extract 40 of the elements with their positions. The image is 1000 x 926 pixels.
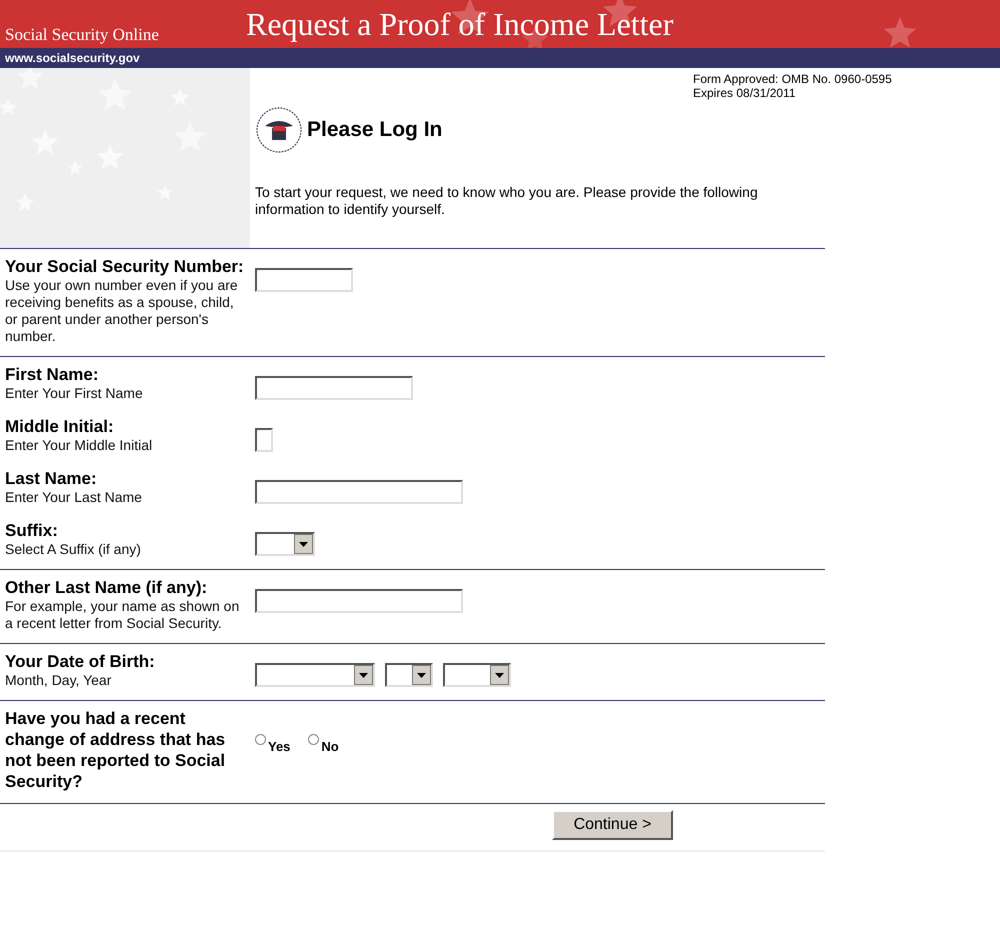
- field-label: Suffix:: [5, 520, 59, 541]
- input-field[interactable]: [255, 428, 273, 452]
- form-approval-notice: Form Approved: OMB No. 0960-0595 Expires 08/31/2011: [693, 72, 893, 100]
- field-hint: Enter Your Middle Initial: [5, 437, 154, 454]
- field-hint: Enter Your First Name: [5, 385, 144, 402]
- site-url: www.socialsecurity.gov: [4, 50, 140, 67]
- caret-icon: [299, 542, 308, 546]
- input-field[interactable]: [255, 376, 413, 400]
- dropdown[interactable]: [255, 663, 375, 687]
- field-hint: For example, your name as shown on a recent letter from Social Security.: [5, 598, 240, 632]
- radio-label: Yes: [268, 738, 290, 756]
- dropdown[interactable]: [443, 663, 511, 687]
- field-hint: Month, Day, Year: [5, 672, 112, 689]
- intro-text: To start your request, we need to know who you are. Please provide the following information to identify yourself.: [255, 184, 759, 218]
- input-field[interactable]: [255, 268, 353, 292]
- caret-icon: [359, 672, 368, 678]
- dropdown[interactable]: [255, 532, 315, 556]
- field-hint: Use your own number even if you are receiving benefits as a spouse, child, or parent under another person's number.: [5, 277, 239, 345]
- page-heading: Please Log In: [307, 117, 442, 144]
- field-label: Other Last Name (if any):: [5, 577, 208, 598]
- input-field[interactable]: [255, 589, 463, 613]
- page-title: Request a Proof of Income Letter: [246, 5, 674, 44]
- continue-button[interactable]: Continue >: [552, 810, 673, 840]
- input-field[interactable]: [255, 480, 463, 504]
- caret-icon: [417, 672, 426, 678]
- radio-label: No: [321, 738, 339, 756]
- field-label: Middle Initial:: [5, 416, 115, 437]
- field-hint: Select A Suffix (if any): [5, 541, 142, 558]
- field-label: First Name:: [5, 364, 100, 385]
- caret-icon: [495, 672, 504, 678]
- field-label: Your Date of Birth:: [5, 651, 156, 672]
- field-hint: Enter Your Last Name: [5, 489, 143, 506]
- agency-seal-icon: [255, 106, 303, 154]
- radio-button[interactable]: [308, 734, 320, 745]
- dropdown[interactable]: [385, 663, 433, 687]
- field-label: Last Name:: [5, 468, 98, 489]
- site-name: Social Security Online: [4, 24, 160, 46]
- field-label: Your Social Security Number:: [5, 256, 245, 277]
- radio-button[interactable]: [255, 734, 266, 745]
- field-label: Have you had a recent change of address that has not been reported to Social Security?: [5, 708, 226, 792]
